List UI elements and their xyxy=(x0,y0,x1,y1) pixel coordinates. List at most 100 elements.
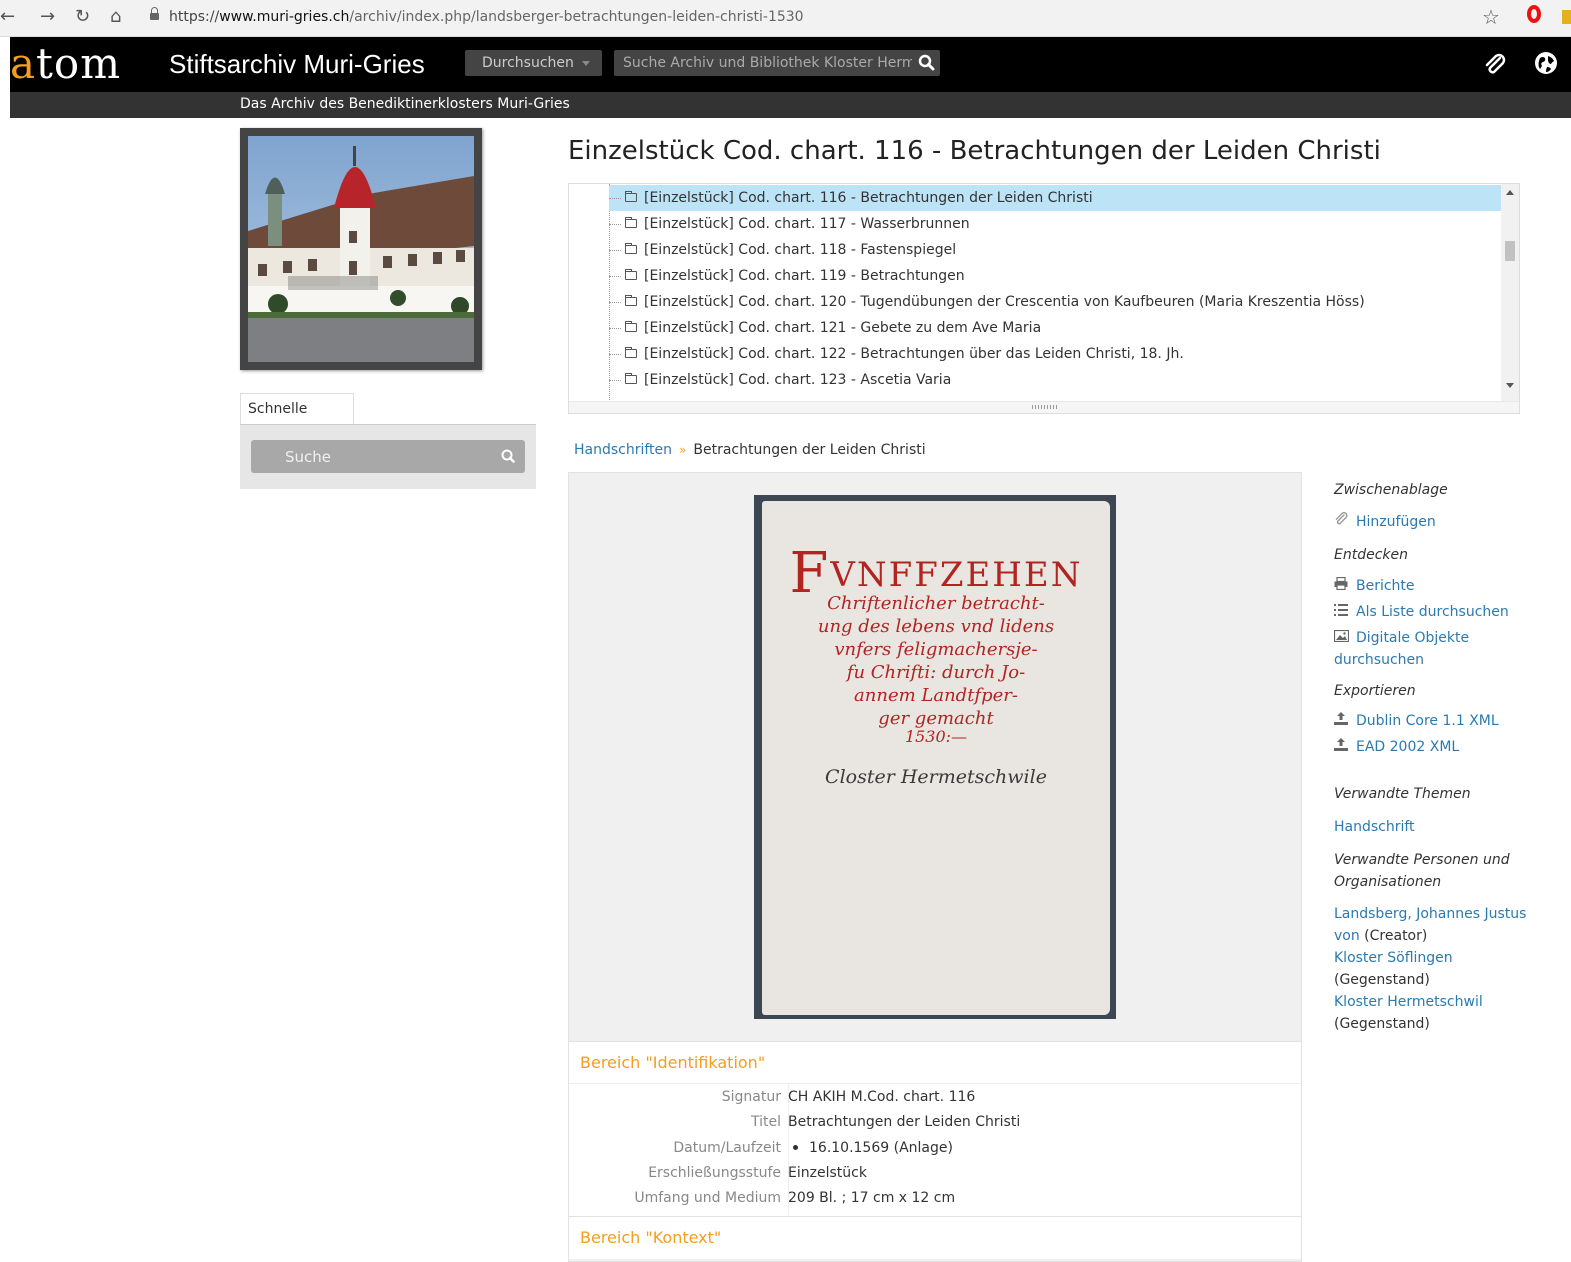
site-title[interactable]: Stiftsarchiv Muri-Gries xyxy=(169,49,425,79)
folder-icon xyxy=(625,294,637,306)
tree-item[interactable]: [Einzelstück] Cod. chart. 117 - Wasserbr… xyxy=(609,211,970,237)
tagline-bar: Das Archiv des Benediktinerklosters Muri… xyxy=(10,92,1571,118)
related-actor-landsberg: Landsberg, Johannes Justus von (Creator) xyxy=(1334,906,1527,944)
section-kontext[interactable]: Bereich "Kontext" xyxy=(569,1216,1301,1259)
scroll-up-arrow-icon[interactable] xyxy=(1506,190,1514,195)
manuscript-year: 1530:— xyxy=(904,727,968,746)
lock-icon xyxy=(150,7,159,20)
url-host: www.muri-gries.ch xyxy=(219,9,350,25)
field-row-datum: Datum/Laufzeit 16.10.1569 (Anlage) xyxy=(673,1140,953,1156)
actor-link-soeflingen[interactable]: Kloster Söflingen xyxy=(1334,950,1453,966)
related-actors-heading: Verwandte Personen und Organisationen xyxy=(1334,852,1510,890)
breadcrumb-separator: » xyxy=(679,443,687,457)
list-icon xyxy=(1334,601,1348,623)
browse-menu-button[interactable]: Durchsuchen xyxy=(465,50,602,76)
caret-down-icon xyxy=(582,61,590,66)
opera-extension-icon[interactable] xyxy=(1527,5,1541,23)
discover-heading: Entdecken xyxy=(1334,547,1408,563)
subject-link-handschrift[interactable]: Handschrift xyxy=(1334,816,1566,838)
tree-item[interactable]: [Einzelstück] Cod. chart. 119 - Betracht… xyxy=(609,263,965,289)
manuscript-line: ger gemacht xyxy=(878,708,994,729)
browser-toolbar: ← → ↻ ⌂ https://www.muri-gries.ch/archiv… xyxy=(0,0,1571,37)
header-search xyxy=(614,50,940,76)
reports-link[interactable]: Berichte xyxy=(1334,575,1566,597)
description-panel: FVNFFZEHEN Chriftenlicher betracht- ung … xyxy=(568,472,1302,1262)
clipboard-add-link[interactable]: Hinzufügen xyxy=(1334,511,1566,533)
identification-fields: Signatur CH AKIH M.Cod. chart. 116 Titel… xyxy=(569,1083,1301,1226)
address-bar[interactable]: https://www.muri-gries.ch/archiv/index.p… xyxy=(150,4,1450,30)
field-row-umfang: Umfang und Medium 209 Bl. ; 17 cm x 12 c… xyxy=(634,1190,956,1206)
paperclip-icon xyxy=(1334,511,1348,533)
tree-item[interactable]: [Einzelstück] Cod. chart. 120 - Tugendüb… xyxy=(609,289,1365,315)
quick-search-field xyxy=(251,440,525,473)
export-dublin-core-link[interactable]: Dublin Core 1.1 XML xyxy=(1334,710,1566,732)
extension-icon[interactable] xyxy=(1562,10,1571,24)
digital-object-image[interactable]: FVNFFZEHEN Chriftenlicher betracht- ung … xyxy=(754,495,1116,1019)
url-path: /archiv/index.php/landsberger-betrachtun… xyxy=(349,9,804,25)
printer-icon xyxy=(1334,575,1348,597)
grip-icon xyxy=(1032,405,1058,409)
upload-icon xyxy=(1334,736,1348,758)
upload-icon xyxy=(1334,710,1348,732)
quick-search-input[interactable] xyxy=(251,440,491,473)
back-arrow-icon[interactable]: ← xyxy=(0,6,15,28)
breadcrumb-link-handschriften[interactable]: Handschriften xyxy=(574,442,672,458)
actor-link-landsberg-2[interactable]: von xyxy=(1334,928,1360,944)
home-icon[interactable]: ⌂ xyxy=(110,6,121,28)
actor-link-landsberg[interactable]: Landsberg, Johannes Justus xyxy=(1334,906,1526,922)
search-icon[interactable] xyxy=(492,440,525,473)
reload-icon[interactable]: ↻ xyxy=(75,6,90,28)
url-scheme: https:// xyxy=(169,9,220,25)
image-icon xyxy=(1333,627,1350,649)
tree-item[interactable]: [Einzelstück] Cod. chart. 118 - Fastensp… xyxy=(609,237,956,263)
actor-link-hermetschwil[interactable]: Kloster Hermetschwil xyxy=(1334,994,1483,1010)
manuscript-page: FVNFFZEHEN Chriftenlicher betracht- ung … xyxy=(762,501,1110,1015)
scroll-down-arrow-icon[interactable] xyxy=(1506,383,1514,388)
page-title: Einzelstück Cod. chart. 116 - Betrachtun… xyxy=(568,136,1381,166)
field-row-titel: Titel Betrachtungen der Leiden Christi xyxy=(750,1114,1021,1130)
search-icon[interactable] xyxy=(914,50,940,76)
folder-icon xyxy=(625,268,637,280)
bullet xyxy=(793,1144,798,1150)
browse-as-list-link[interactable]: Als Liste durchsuchen xyxy=(1334,601,1566,623)
paperclip-icon[interactable] xyxy=(1480,50,1508,82)
related-subjects-heading: Verwandte Themen xyxy=(1334,786,1471,802)
site-header: atom Stiftsarchiv Muri-Gries Durchsuchen xyxy=(10,37,1571,92)
monastery-photo xyxy=(248,136,474,362)
folder-icon xyxy=(625,346,637,358)
folder-icon xyxy=(625,320,637,332)
browse-digital-objects-link[interactable]: Digitale Objekte durchsuchen xyxy=(1333,627,1566,671)
repository-thumbnail[interactable] xyxy=(240,128,482,370)
manuscript-ownership-note: Closter Hermetschwile xyxy=(825,766,1047,788)
breadcrumb: Handschriften » Betrachtungen der Leiden C… xyxy=(574,442,926,458)
tree-item[interactable]: [Einzelstück] Cod. chart. 121 - Gebete z… xyxy=(609,315,1041,341)
header-search-input[interactable] xyxy=(614,50,914,76)
tree-item-selected[interactable]: [Einzelstück] Cod. chart. 116 - Betracht… xyxy=(609,185,1501,211)
field-row-signatur: Signatur CH AKIH M.Cod. chart. 116 xyxy=(721,1089,976,1105)
folder-icon xyxy=(625,372,637,384)
manuscript-line: Chriftenlicher betracht- xyxy=(827,593,1045,614)
manuscript-line: annem Landtfper- xyxy=(854,685,1018,706)
forward-arrow-icon[interactable]: → xyxy=(40,6,55,28)
breadcrumb-current: Betrachtungen der Leiden Christi xyxy=(693,442,926,458)
bookmark-star-icon[interactable]: ☆ xyxy=(1482,5,1500,29)
manuscript-line: vnfers feligmachersje- xyxy=(834,639,1038,660)
tree-item[interactable]: [Einzelstück] Cod. chart. 123 - Ascetia … xyxy=(609,367,951,393)
tree-item[interactable]: [Einzelstück] Cod. chart. 122 - Betracht… xyxy=(609,341,1184,367)
tree-vertical-scrollbar[interactable] xyxy=(1501,184,1519,402)
hierarchy-treeview: [Einzelstück] Cod. chart. 116 - Betracht… xyxy=(568,183,1520,414)
atom-logo[interactable]: atom xyxy=(10,39,121,89)
site-tagline: Das Archiv des Benediktinerklosters Muri… xyxy=(240,96,570,112)
quick-search-panel xyxy=(240,425,536,489)
export-ead-link[interactable]: EAD 2002 XML xyxy=(1334,736,1566,758)
manuscript-line: fu Chrifti: durch Jo- xyxy=(846,662,1026,683)
tree-resize-handle[interactable] xyxy=(569,401,1519,413)
section-identification[interactable]: Bereich "Identifikation" xyxy=(569,1041,1301,1084)
scrollbar-thumb[interactable] xyxy=(1505,241,1515,261)
related-actor-hermetschwil: Kloster Hermetschwil (Gegenstand) xyxy=(1334,994,1483,1032)
field-row-erschliessungsstufe: Erschließungsstufe Einzelstück xyxy=(648,1165,867,1181)
related-actor-soeflingen: Kloster Söflingen (Gegenstand) xyxy=(1334,950,1453,988)
folder-icon xyxy=(625,216,637,228)
globe-icon[interactable] xyxy=(1533,50,1559,80)
quick-search-tab[interactable]: Schnelle Suche xyxy=(240,393,354,447)
